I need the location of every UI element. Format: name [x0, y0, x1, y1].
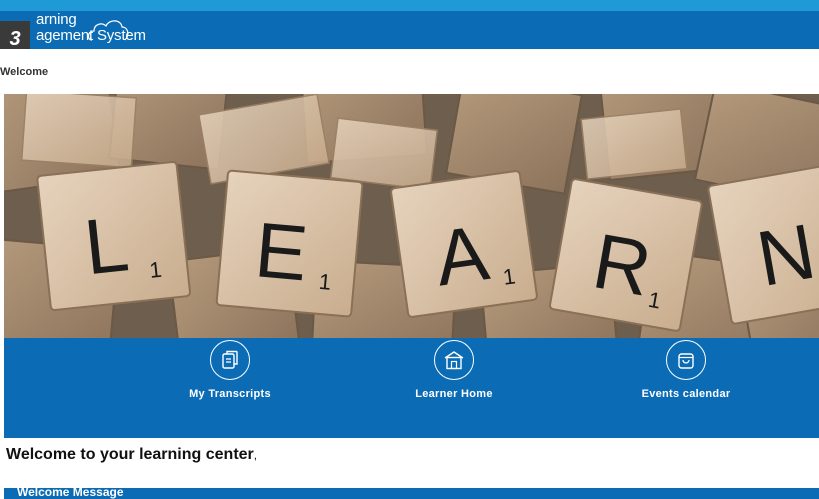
nav-learner-home-label: Learner Home [415, 388, 493, 400]
tile-l-letter: L [80, 199, 132, 291]
app-logo[interactable]: arning agement System [36, 12, 146, 44]
step-badge: 3 [0, 21, 30, 49]
welcome-heading: Welcome to your learning center, [6, 446, 257, 464]
welcome-message-header: Welcome Message [4, 488, 819, 499]
nav-my-transcripts-label: My Transcripts [189, 388, 271, 400]
tile-e: E 1 [215, 169, 364, 318]
tile-a: A 1 [390, 170, 538, 318]
welcome-heading-punct: , [253, 448, 258, 462]
tile-l: L 1 [36, 160, 191, 312]
quick-links-bar: My Transcripts Learner Home Events calen… [4, 338, 819, 438]
tile-e-score: 1 [318, 269, 332, 295]
cloud-icon [88, 20, 129, 41]
tile-r: R 1 [549, 178, 703, 332]
top-header-bar: 3 arning agement System [0, 0, 819, 49]
nav-events-calendar-label: Events calendar [641, 388, 731, 400]
bag-icon [666, 340, 706, 380]
transcripts-icon [210, 340, 250, 380]
page-title: Welcome [0, 66, 49, 78]
tile-e-letter: E [252, 205, 312, 297]
welcome-message-title: Welcome Message [17, 488, 124, 499]
tile-l-score: 1 [148, 257, 163, 283]
nav-learner-home[interactable]: Learner Home [374, 338, 534, 400]
hero-banner-image: L 1 E 1 A 1 R 1 N 1 [4, 94, 819, 338]
welcome-heading-text: Welcome to your learning center [6, 446, 254, 463]
nav-my-transcripts[interactable]: My Transcripts [150, 338, 310, 400]
scrabble-tiles-illustration: L 1 E 1 A 1 R 1 N 1 [4, 94, 819, 338]
home-icon [434, 340, 474, 380]
nav-events-calendar[interactable]: Events calendar [606, 338, 766, 400]
